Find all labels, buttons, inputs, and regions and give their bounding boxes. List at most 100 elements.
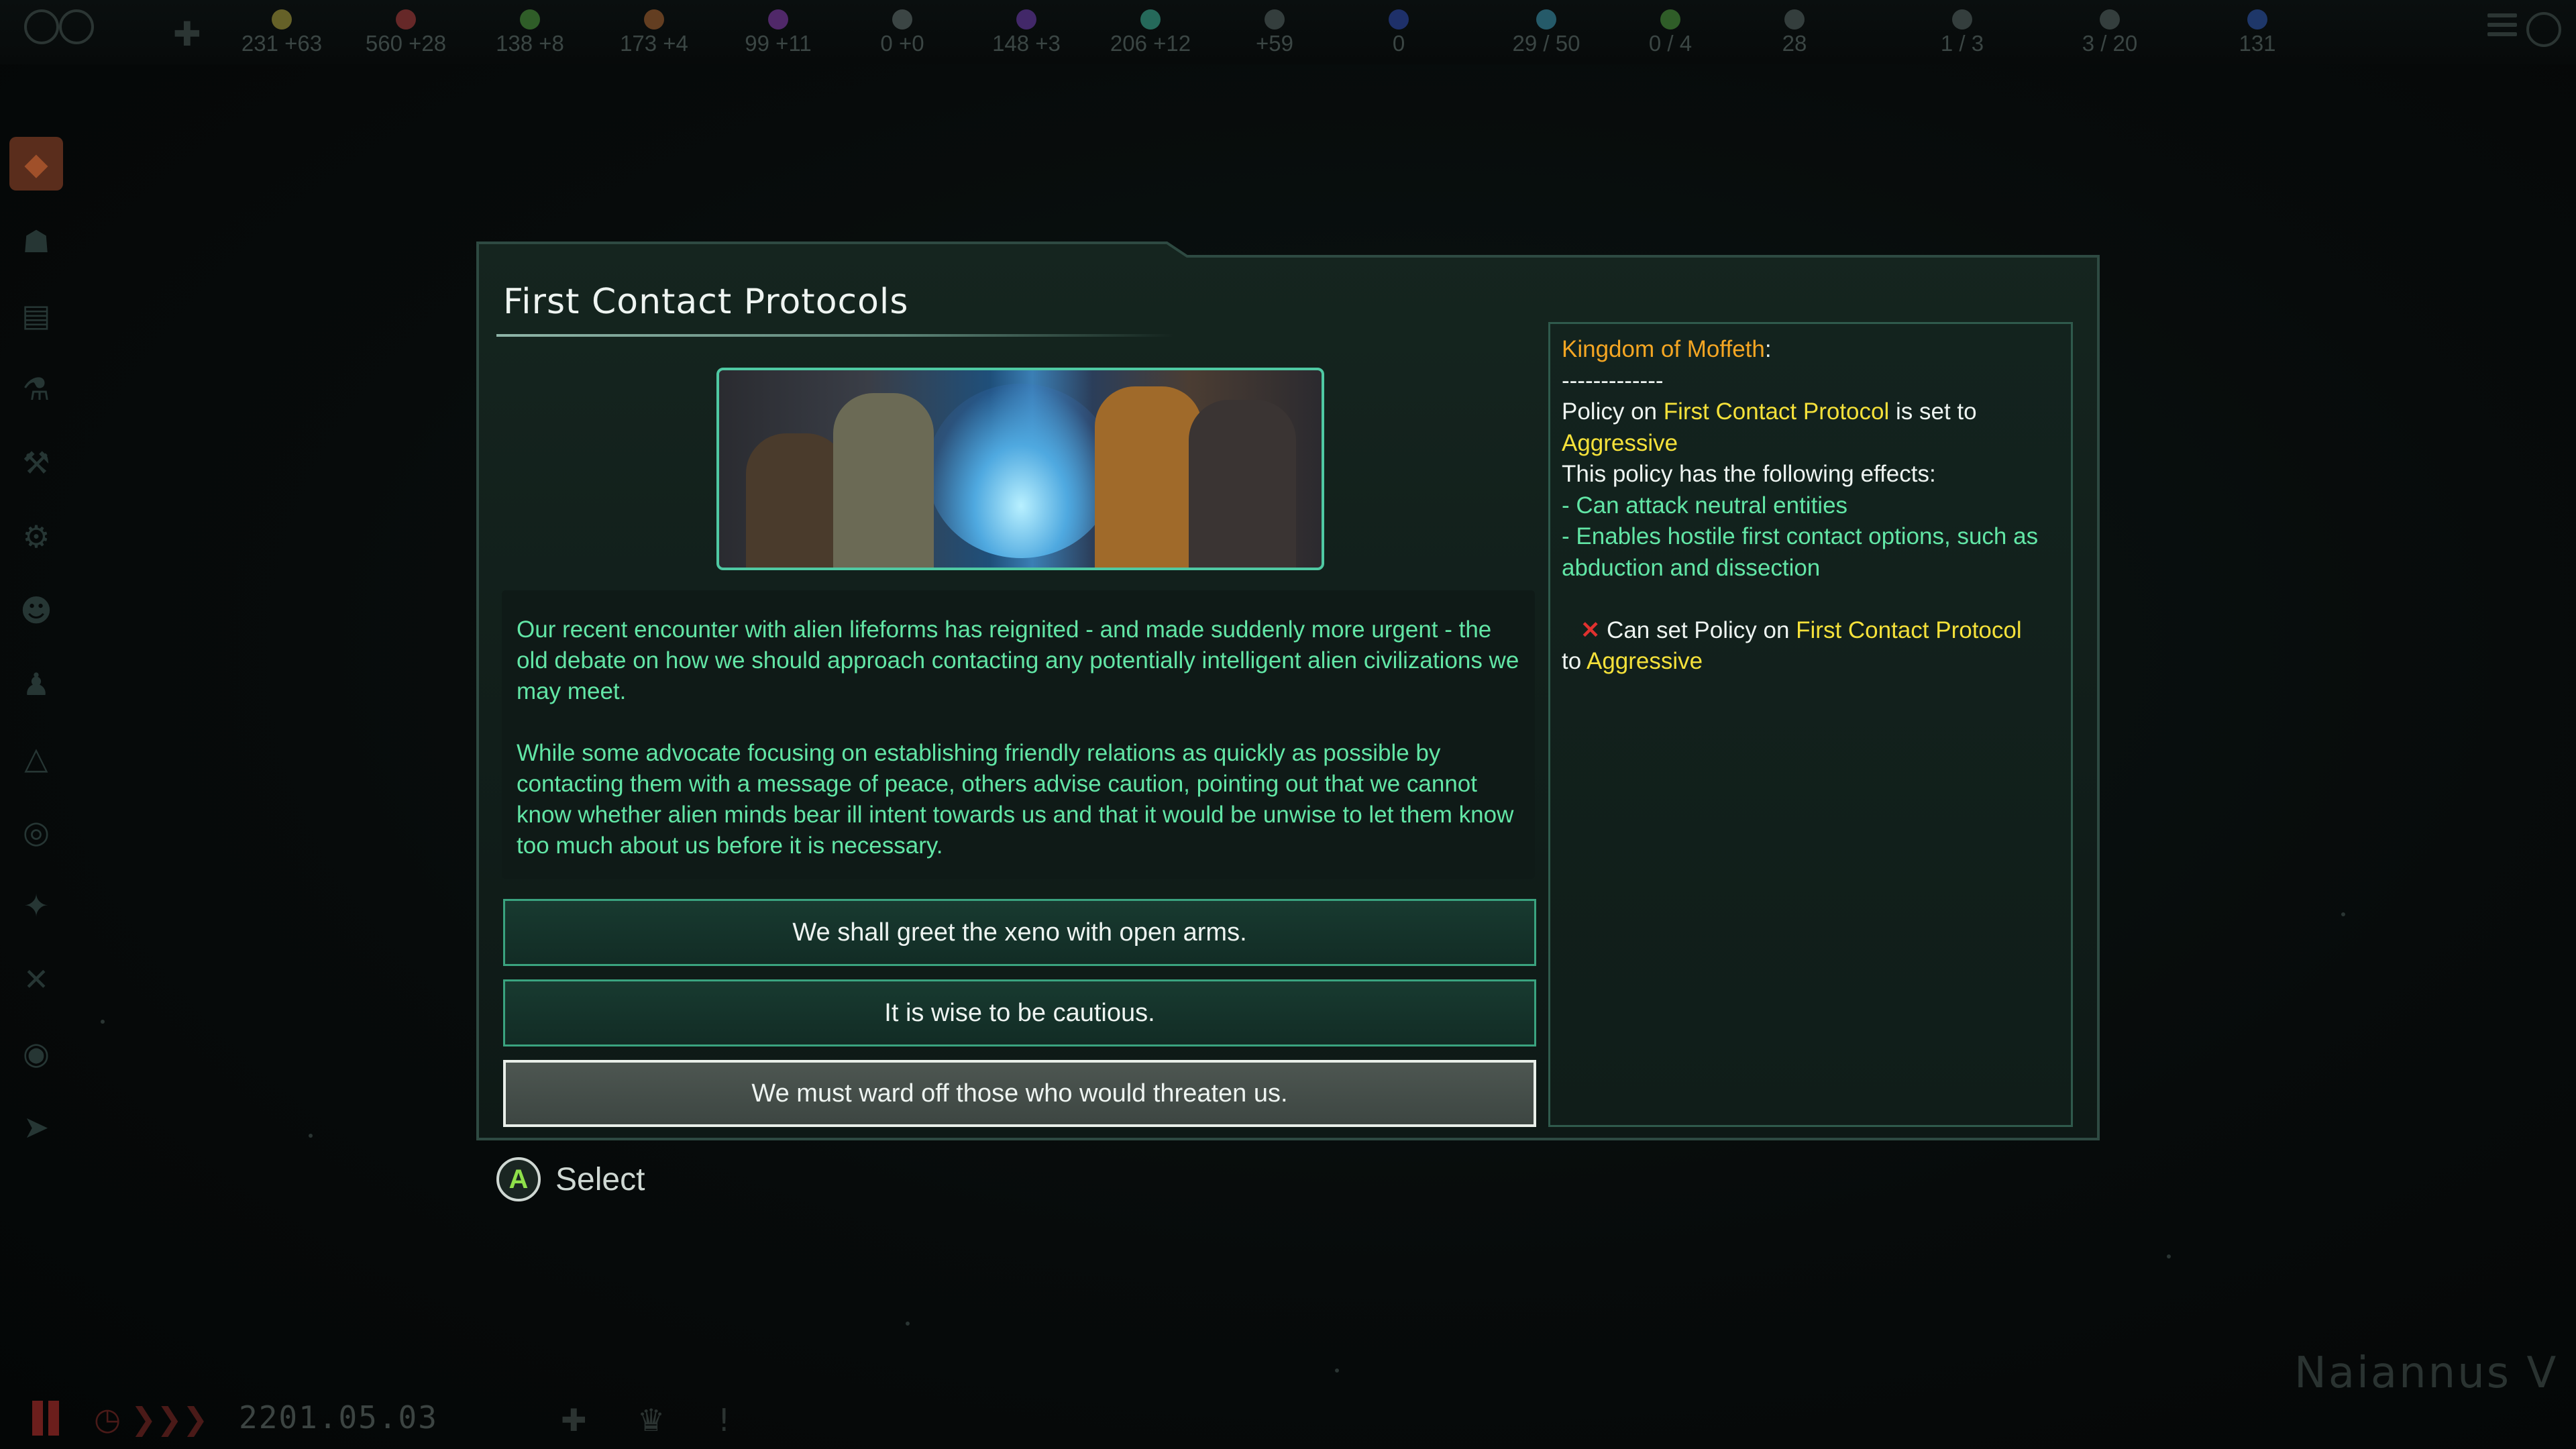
add-icon[interactable]: ✚: [561, 1402, 587, 1438]
resource-item[interactable]: 3 / 20: [2053, 9, 2167, 56]
selected-planet-name: Naiannus V: [2294, 1348, 2559, 1398]
figure: [833, 393, 934, 568]
resource-value: 0 / 4: [1648, 31, 1693, 56]
game-speed-icon[interactable]: ◷ ❯❯❯: [94, 1401, 208, 1437]
requirement-policy: First Contact Protocol: [1796, 616, 2022, 643]
resource-value: 3 / 20: [2082, 31, 2138, 56]
resource-item[interactable]: 560 +28: [349, 9, 463, 56]
resource-item[interactable]: 1 / 3: [1905, 9, 2019, 56]
requirement-value: Aggressive: [1586, 648, 1703, 674]
contacts-icon[interactable]: △: [9, 731, 63, 785]
effect-item: - Enables hostile first contact options,…: [1562, 523, 2039, 581]
empire-name: Kingdom of Moffeth: [1562, 336, 1765, 362]
construction-icon[interactable]: ⚒: [9, 436, 63, 490]
resource-value: 28: [1782, 31, 1807, 56]
resource-item[interactable]: 0 +0: [845, 9, 959, 56]
galaxy-icon[interactable]: ◎: [9, 805, 63, 859]
figure: [1189, 400, 1296, 568]
planets-icon: [1952, 9, 1972, 30]
leader-icon[interactable]: ☗: [9, 215, 63, 268]
resource-item[interactable]: +59: [1218, 9, 1332, 56]
capital-planet-icon[interactable]: ◆: [9, 137, 63, 191]
food-icon: [520, 9, 540, 30]
separator: -------------: [1562, 367, 1664, 394]
menu-icon[interactable]: [2487, 13, 2517, 38]
resource-value: 0 +0: [880, 31, 924, 56]
option-cautious-button[interactable]: It is wise to be cautious.: [503, 979, 1536, 1046]
resource-value: 99 +11: [745, 31, 812, 56]
requirement-to: to: [1562, 648, 1587, 674]
resource-item[interactable]: 138 +8: [473, 9, 587, 56]
resource-item[interactable]: 231 +63: [225, 9, 339, 56]
pop-icon[interactable]: ♟: [9, 657, 63, 711]
resource-item[interactable]: 131: [2200, 9, 2314, 56]
game-date: 2201.05.03: [239, 1399, 438, 1436]
situation-icon[interactable]: ◉: [9, 1026, 63, 1080]
resource-value: 1 / 3: [1940, 31, 1984, 56]
resource-value: 148 +3: [992, 31, 1061, 56]
unity-icon: [1140, 9, 1161, 30]
figure: [1095, 386, 1202, 568]
energy-icon: [272, 9, 292, 30]
empire-size-icon: [2247, 9, 2267, 30]
fleet-icon[interactable]: ⚙: [9, 510, 63, 564]
resource-value: 173 +4: [620, 31, 688, 56]
resource-value: 231 +63: [241, 31, 323, 56]
research-icon: [1265, 9, 1285, 30]
background-star: [101, 1020, 105, 1024]
background-star: [906, 1322, 910, 1326]
outliner-sidebar: ◆ ☗ ▤ ⚗ ⚒ ⚙ ☻ ♟ △ ◎ ✦ ✕ ◉ ➤: [0, 127, 72, 1167]
event-illustration: [716, 368, 1324, 570]
resource-item[interactable]: 148 +3: [969, 9, 1083, 56]
settings-icon[interactable]: [59, 9, 94, 44]
strategic-resource-icon: [892, 9, 912, 30]
resource-value: 206 +12: [1110, 31, 1191, 56]
resource-value: 29 / 50: [1512, 31, 1580, 56]
background-star: [2341, 912, 2345, 916]
species-icon[interactable]: ☻: [9, 584, 63, 637]
background-star: [2167, 1254, 2171, 1258]
resource-item[interactable]: 0 / 4: [1613, 9, 1727, 56]
description-paragraph: While some advocate focusing on establis…: [517, 740, 1514, 859]
science-icon[interactable]: ⚗: [9, 362, 63, 416]
alloys-icon: [768, 9, 788, 30]
resource-item[interactable]: 29 / 50: [1489, 9, 1603, 56]
pause-icon[interactable]: [32, 1401, 67, 1436]
resource-item[interactable]: 99 +11: [721, 9, 835, 56]
requirement-prefix: Can set Policy on: [1600, 616, 1796, 643]
systems-icon: [2100, 9, 2120, 30]
policy-prefix: Policy on: [1562, 398, 1664, 425]
options-icon[interactable]: [2526, 12, 2561, 47]
figure: [746, 433, 847, 568]
military-icon[interactable]: ✕: [9, 953, 63, 1006]
ships-icon[interactable]: ➤: [9, 1100, 63, 1154]
resource-item[interactable]: 0: [1342, 9, 1456, 56]
option-greet-button[interactable]: We shall greet the xeno with open arms.: [503, 899, 1536, 966]
add-icon[interactable]: ✚: [173, 15, 201, 54]
requirement-failed-icon: ✕: [1580, 616, 1601, 643]
minerals-icon: [396, 9, 416, 30]
policy-mid: is set to: [1889, 398, 1977, 425]
crown-icon[interactable]: ♛: [637, 1402, 665, 1438]
research-ship-icon[interactable]: ▤: [9, 288, 63, 342]
pops-icon: [1784, 9, 1805, 30]
effect-item: - Can attack neutral entities: [1562, 492, 1848, 519]
resource-value: 131: [2239, 31, 2276, 56]
title-underline: [496, 334, 1174, 337]
resource-item[interactable]: 173 +4: [597, 9, 711, 56]
empire-colon: :: [1764, 336, 1772, 362]
resource-item[interactable]: 28: [1737, 9, 1851, 56]
select-hint[interactable]: A Select: [496, 1152, 645, 1206]
traditions-icon[interactable]: ✦: [9, 879, 63, 932]
background-star: [309, 1134, 313, 1138]
resource-value: 0: [1392, 31, 1405, 56]
policy-value: Aggressive: [1562, 429, 1678, 456]
resource-item[interactable]: 206 +12: [1093, 9, 1208, 56]
select-label: Select: [555, 1161, 645, 1197]
option-ward-off-button[interactable]: We must ward off those who would threate…: [503, 1060, 1536, 1127]
empire-menu-icon[interactable]: [24, 9, 59, 44]
alert-icon[interactable]: !: [718, 1402, 730, 1438]
effects-header: This policy has the following effects:: [1562, 461, 1936, 487]
resource-value: +59: [1256, 31, 1293, 56]
resource-bar: ✚ 231 +63 560 +28 138 +8 173 +4 99 +11 0 +0 14…: [0, 0, 2576, 64]
